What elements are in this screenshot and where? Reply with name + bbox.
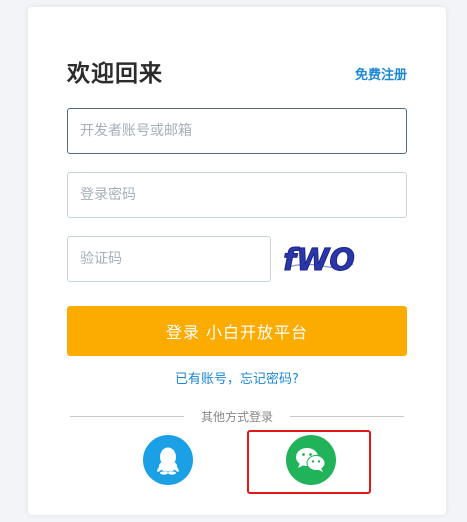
wechat-login-button[interactable] <box>286 435 336 485</box>
register-link[interactable]: 免费注册 <box>355 64 407 83</box>
captcha-text: fWO <box>283 243 355 278</box>
divider-right <box>290 416 404 417</box>
captcha-image[interactable]: fWO <box>283 238 355 280</box>
page-title: 欢迎回来 <box>67 61 163 87</box>
password-input[interactable] <box>67 172 407 218</box>
forgot-password-link[interactable]: 已有账号，忘记密码? <box>67 368 407 387</box>
divider-left <box>70 416 184 417</box>
qq-icon <box>157 447 179 475</box>
other-login-divider-text: 其他方式登录 <box>200 410 273 424</box>
wechat-icon <box>296 448 326 472</box>
captcha-input[interactable] <box>67 236 271 282</box>
qq-login-button[interactable] <box>143 435 193 485</box>
username-input[interactable] <box>67 108 407 154</box>
login-button[interactable]: 登录 小白开放平台 <box>67 306 407 356</box>
